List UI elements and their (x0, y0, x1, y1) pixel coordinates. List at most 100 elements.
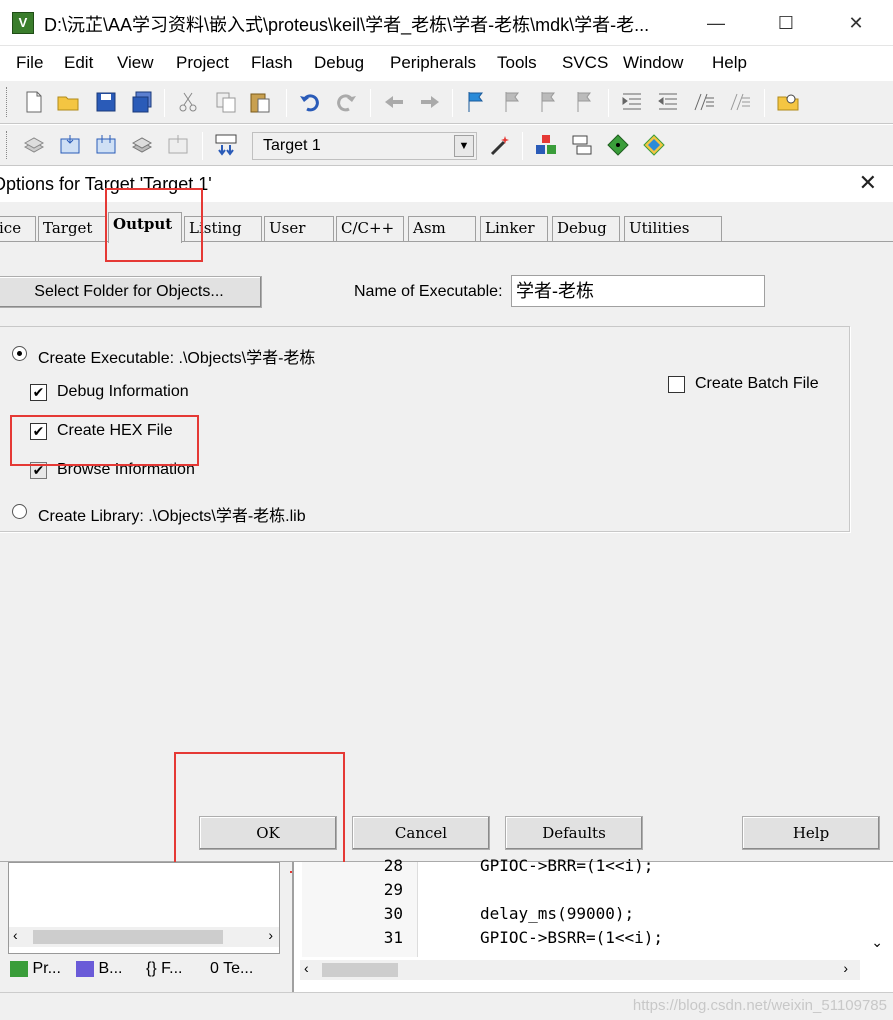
copy-icon[interactable] (214, 90, 238, 114)
annotation-box-ok (174, 752, 345, 873)
name-of-executable-input[interactable]: 学者-老栋 (511, 275, 765, 307)
scroll-thumb[interactable] (322, 963, 398, 977)
tab-label: Te... (223, 960, 254, 977)
tab-label: C/C++ (341, 219, 395, 237)
minimize-button[interactable]: — (681, 0, 751, 46)
indent-icon[interactable] (620, 90, 644, 114)
tab-utilities[interactable]: Utilities (624, 216, 722, 242)
open-folder-icon[interactable] (56, 90, 80, 114)
stop-build-icon[interactable] (166, 133, 190, 157)
menu-help[interactable]: Help (712, 53, 747, 73)
defaults-button[interactable]: Defaults (505, 816, 643, 850)
redo-icon[interactable] (334, 90, 358, 114)
line-number: 29 (383, 880, 403, 899)
select-packs-icon[interactable] (570, 133, 594, 157)
tab-functions[interactable]: {} F... (146, 960, 182, 988)
toolbar-separator (452, 89, 453, 117)
title-bar: V D:\沅芷\AA学习资料\嵌入式\proteus\keil\学者_老栋\学者… (0, 0, 893, 46)
tab-books[interactable]: B... (76, 960, 122, 988)
cut-icon[interactable] (176, 90, 200, 114)
create-batch-file-checkbox[interactable] (668, 376, 685, 393)
toolbar-separator (286, 89, 287, 117)
help-button[interactable]: Help (742, 816, 880, 850)
menu-bar: File Edit View Project Flash Debug Perip… (0, 46, 893, 80)
toolbar-separator (764, 89, 765, 117)
editor-hscrollbar[interactable]: ‹ › (300, 960, 860, 980)
scroll-left-icon[interactable]: ‹ (304, 960, 309, 976)
line-number: 28 (383, 856, 403, 875)
functions-icon: {} (146, 960, 157, 977)
menu-peripherals[interactable]: Peripherals (390, 53, 476, 73)
scroll-left-icon[interactable]: ‹ (13, 927, 18, 943)
pack-installer-icon[interactable] (606, 133, 630, 157)
menu-edit[interactable]: Edit (64, 53, 93, 73)
menu-debug[interactable]: Debug (314, 53, 364, 73)
menu-flash[interactable]: Flash (251, 53, 293, 73)
menu-window[interactable]: Window (623, 53, 683, 73)
close-button[interactable]: ✕ (821, 0, 891, 46)
tab-asm[interactable]: Asm (408, 216, 476, 242)
menu-tools[interactable]: Tools (497, 53, 537, 73)
cancel-button[interactable]: Cancel (352, 816, 490, 850)
tab-debug[interactable]: Debug (552, 216, 620, 242)
tab-output[interactable]: Output (108, 212, 182, 243)
project-tree[interactable]: ‹ › (8, 862, 280, 954)
download-load-icon[interactable] (214, 133, 238, 157)
prev-bookmark-icon[interactable] (500, 90, 524, 114)
manage-project-items-icon[interactable] (534, 133, 558, 157)
tab-device[interactable]: ice (0, 216, 36, 242)
tab-project[interactable]: Pr... (10, 960, 61, 988)
comment-icon[interactable] (692, 90, 716, 114)
menu-file[interactable]: File (16, 53, 43, 73)
new-file-icon[interactable] (22, 90, 46, 114)
create-library-radio[interactable] (12, 504, 27, 519)
dialog-close-button[interactable]: ✕ (859, 170, 877, 196)
tab-user[interactable]: User (264, 216, 334, 242)
navigate-forward-icon[interactable] (418, 90, 442, 114)
toolbar-grip[interactable] (6, 131, 9, 159)
tab-label: Output (113, 215, 173, 233)
build-icon[interactable] (58, 133, 82, 157)
tab-c-cpp[interactable]: C/C++ (336, 216, 404, 242)
batch-build-icon[interactable] (130, 133, 154, 157)
clear-bookmarks-icon[interactable] (572, 90, 596, 114)
scroll-right-icon[interactable]: › (843, 960, 848, 976)
next-bookmark-icon[interactable] (536, 90, 560, 114)
tab-templates[interactable]: 0 Te... (210, 960, 253, 988)
debug-information-checkbox[interactable]: ✔ (30, 384, 47, 401)
paste-icon[interactable] (248, 90, 272, 114)
code-editor[interactable]: 28 29 30 31 GPIOC->BRR=(1<<i); delay_ms(… (292, 856, 893, 992)
tab-label: User (269, 219, 306, 237)
tab-label: Pr... (32, 960, 61, 977)
target-options-wand-icon[interactable] (488, 133, 512, 157)
run-time-environment-icon[interactable] (642, 133, 666, 157)
scroll-down-icon[interactable]: ⌄ (871, 934, 883, 951)
tab-target[interactable]: Target (38, 216, 106, 242)
menu-view[interactable]: View (117, 53, 154, 73)
menu-svcs[interactable]: SVCS (562, 53, 608, 73)
scroll-right-icon[interactable]: › (268, 927, 273, 943)
create-executable-radio[interactable] (12, 346, 27, 361)
menu-project[interactable]: Project (176, 53, 229, 73)
toolbar-grip[interactable] (6, 87, 9, 117)
save-icon[interactable] (94, 90, 118, 114)
code-line: GPIOC->BRR=(1<<i); (480, 856, 654, 875)
maximize-button[interactable]: ☐ (751, 0, 821, 46)
navigate-back-icon[interactable] (382, 90, 406, 114)
options-tabs: ice Target Output Listing User C/C++ Asm… (0, 212, 893, 243)
uncomment-icon[interactable] (728, 90, 752, 114)
find-in-files-icon[interactable] (776, 90, 800, 114)
project-hscrollbar[interactable]: ‹ › (9, 927, 279, 947)
chevron-down-icon[interactable]: ▼ (454, 135, 474, 157)
select-folder-for-objects-button[interactable]: Select Folder for Objects... (0, 276, 262, 308)
unindent-icon[interactable] (656, 90, 680, 114)
bookmark-icon[interactable] (464, 90, 488, 114)
undo-icon[interactable] (298, 90, 322, 114)
translate-icon[interactable] (22, 133, 46, 157)
target-select[interactable]: Target 1 ▼ (252, 132, 477, 160)
tab-linker[interactable]: Linker (480, 216, 548, 242)
create-batch-file-label: Create Batch File (695, 375, 819, 392)
scroll-thumb[interactable] (33, 930, 223, 944)
save-all-icon[interactable] (130, 90, 154, 114)
rebuild-icon[interactable] (94, 133, 118, 157)
